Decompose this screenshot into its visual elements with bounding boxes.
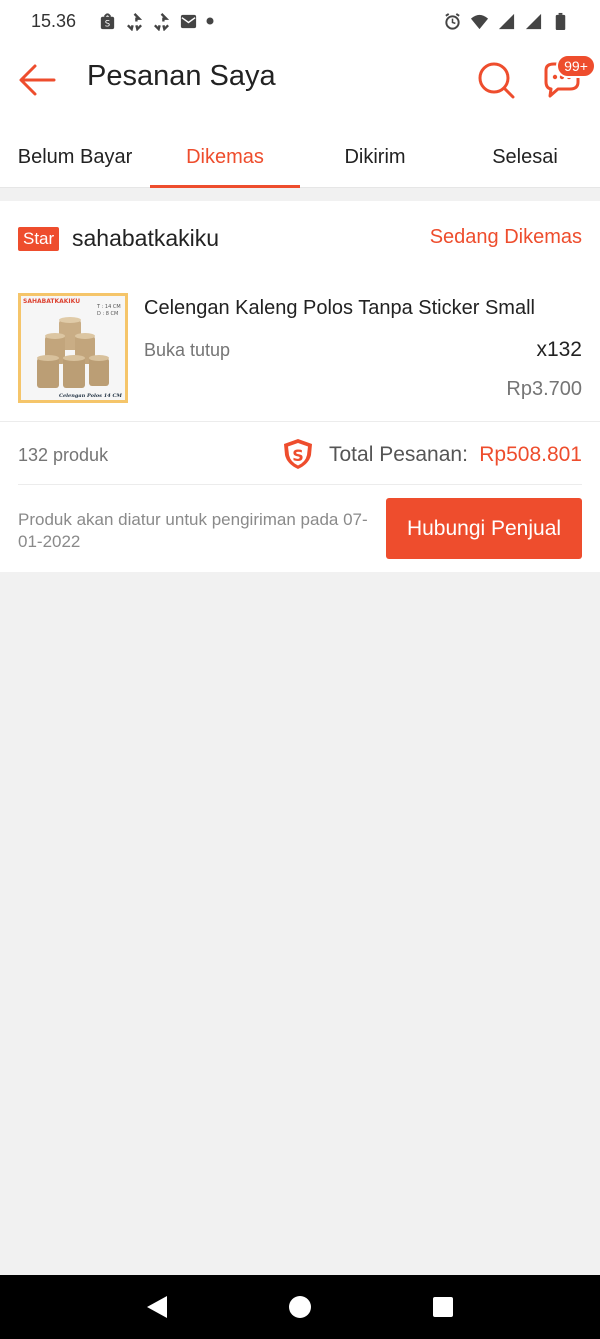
svg-text:S: S [105, 19, 110, 29]
nav-back-button[interactable] [142, 1292, 172, 1322]
dot-icon [206, 17, 214, 25]
product-image: SAHABATKAKIKU T : 14 CM D : 8 CM Celenga… [21, 296, 125, 400]
divider [0, 421, 600, 422]
triangle-back-icon [146, 1296, 167, 1318]
battery-icon [555, 12, 566, 30]
system-nav-bar [0, 1275, 600, 1339]
shop-name[interactable]: sahabatkakiku [72, 225, 219, 252]
thumb-size: T : 14 CM [96, 304, 121, 310]
order-card[interactable]: Star sahabatkakiku Sedang Dikemas SAHABA… [0, 201, 600, 572]
sync-icon [154, 12, 170, 31]
thumb-caption: Celengan Polos 14 CM [59, 393, 122, 399]
product-variation: Buka tutup [144, 340, 231, 360]
status-bar: 15.36 S [0, 0, 600, 42]
mail-icon [180, 14, 197, 28]
app-bar: Pesanan Saya 99+ [0, 42, 600, 116]
square-recents-icon [433, 1297, 454, 1317]
shopee-guarantee-shield-icon: S [284, 439, 312, 469]
product-thumbnail[interactable]: SAHABATKAKIKU T : 14 CM D : 8 CM Celenga… [18, 293, 128, 403]
shipping-note: Produk akan diatur untuk pengiriman pada… [18, 510, 368, 551]
search-icon[interactable] [476, 60, 516, 100]
thumb-diameter: D : 8 CM [97, 311, 118, 317]
shopping-bag-icon: S [100, 12, 115, 29]
svg-text:S: S [292, 446, 304, 465]
total-value: Rp508.801 [479, 443, 582, 466]
tab-dikirim[interactable]: Dikirim [300, 116, 450, 188]
divider [18, 484, 582, 485]
signal-icon [525, 13, 542, 29]
tab-belum-bayar[interactable]: Belum Bayar [0, 116, 150, 188]
product-price: Rp3.700 [506, 378, 582, 400]
contact-seller-button[interactable]: Hubungi Penjual [386, 498, 582, 559]
circle-home-icon [288, 1296, 311, 1318]
sync-icon [127, 12, 143, 31]
order-tabs: Belum Bayar Dikemas Dikirim Selesai [0, 116, 600, 188]
nav-recents-button[interactable] [428, 1292, 458, 1322]
tab-dikemas[interactable]: Dikemas [150, 116, 300, 188]
alarm-icon [445, 12, 460, 30]
shop-row[interactable]: Star sahabatkakiku Sedang Dikemas [18, 225, 582, 253]
chat-badge: 99+ [556, 54, 596, 78]
status-time: 15.36 [31, 10, 77, 31]
nav-home-button[interactable] [285, 1292, 315, 1322]
product-count: 132 produk [18, 445, 109, 465]
wifi-icon [470, 14, 489, 29]
page-title: Pesanan Saya [87, 60, 276, 92]
signal-icon [498, 13, 515, 29]
product-title[interactable]: Celengan Kaleng Polos Tanpa Sticker Smal… [144, 297, 535, 320]
star-seller-badge: Star [18, 227, 60, 251]
back-arrow-icon[interactable] [18, 62, 58, 98]
tab-selesai[interactable]: Selesai [450, 116, 600, 188]
total-label: Total Pesanan: [329, 443, 468, 466]
thumb-brand: SAHABATKAKIKU [23, 298, 80, 305]
order-status: Sedang Dikemas [429, 226, 582, 248]
product-quantity: x132 [536, 338, 582, 361]
